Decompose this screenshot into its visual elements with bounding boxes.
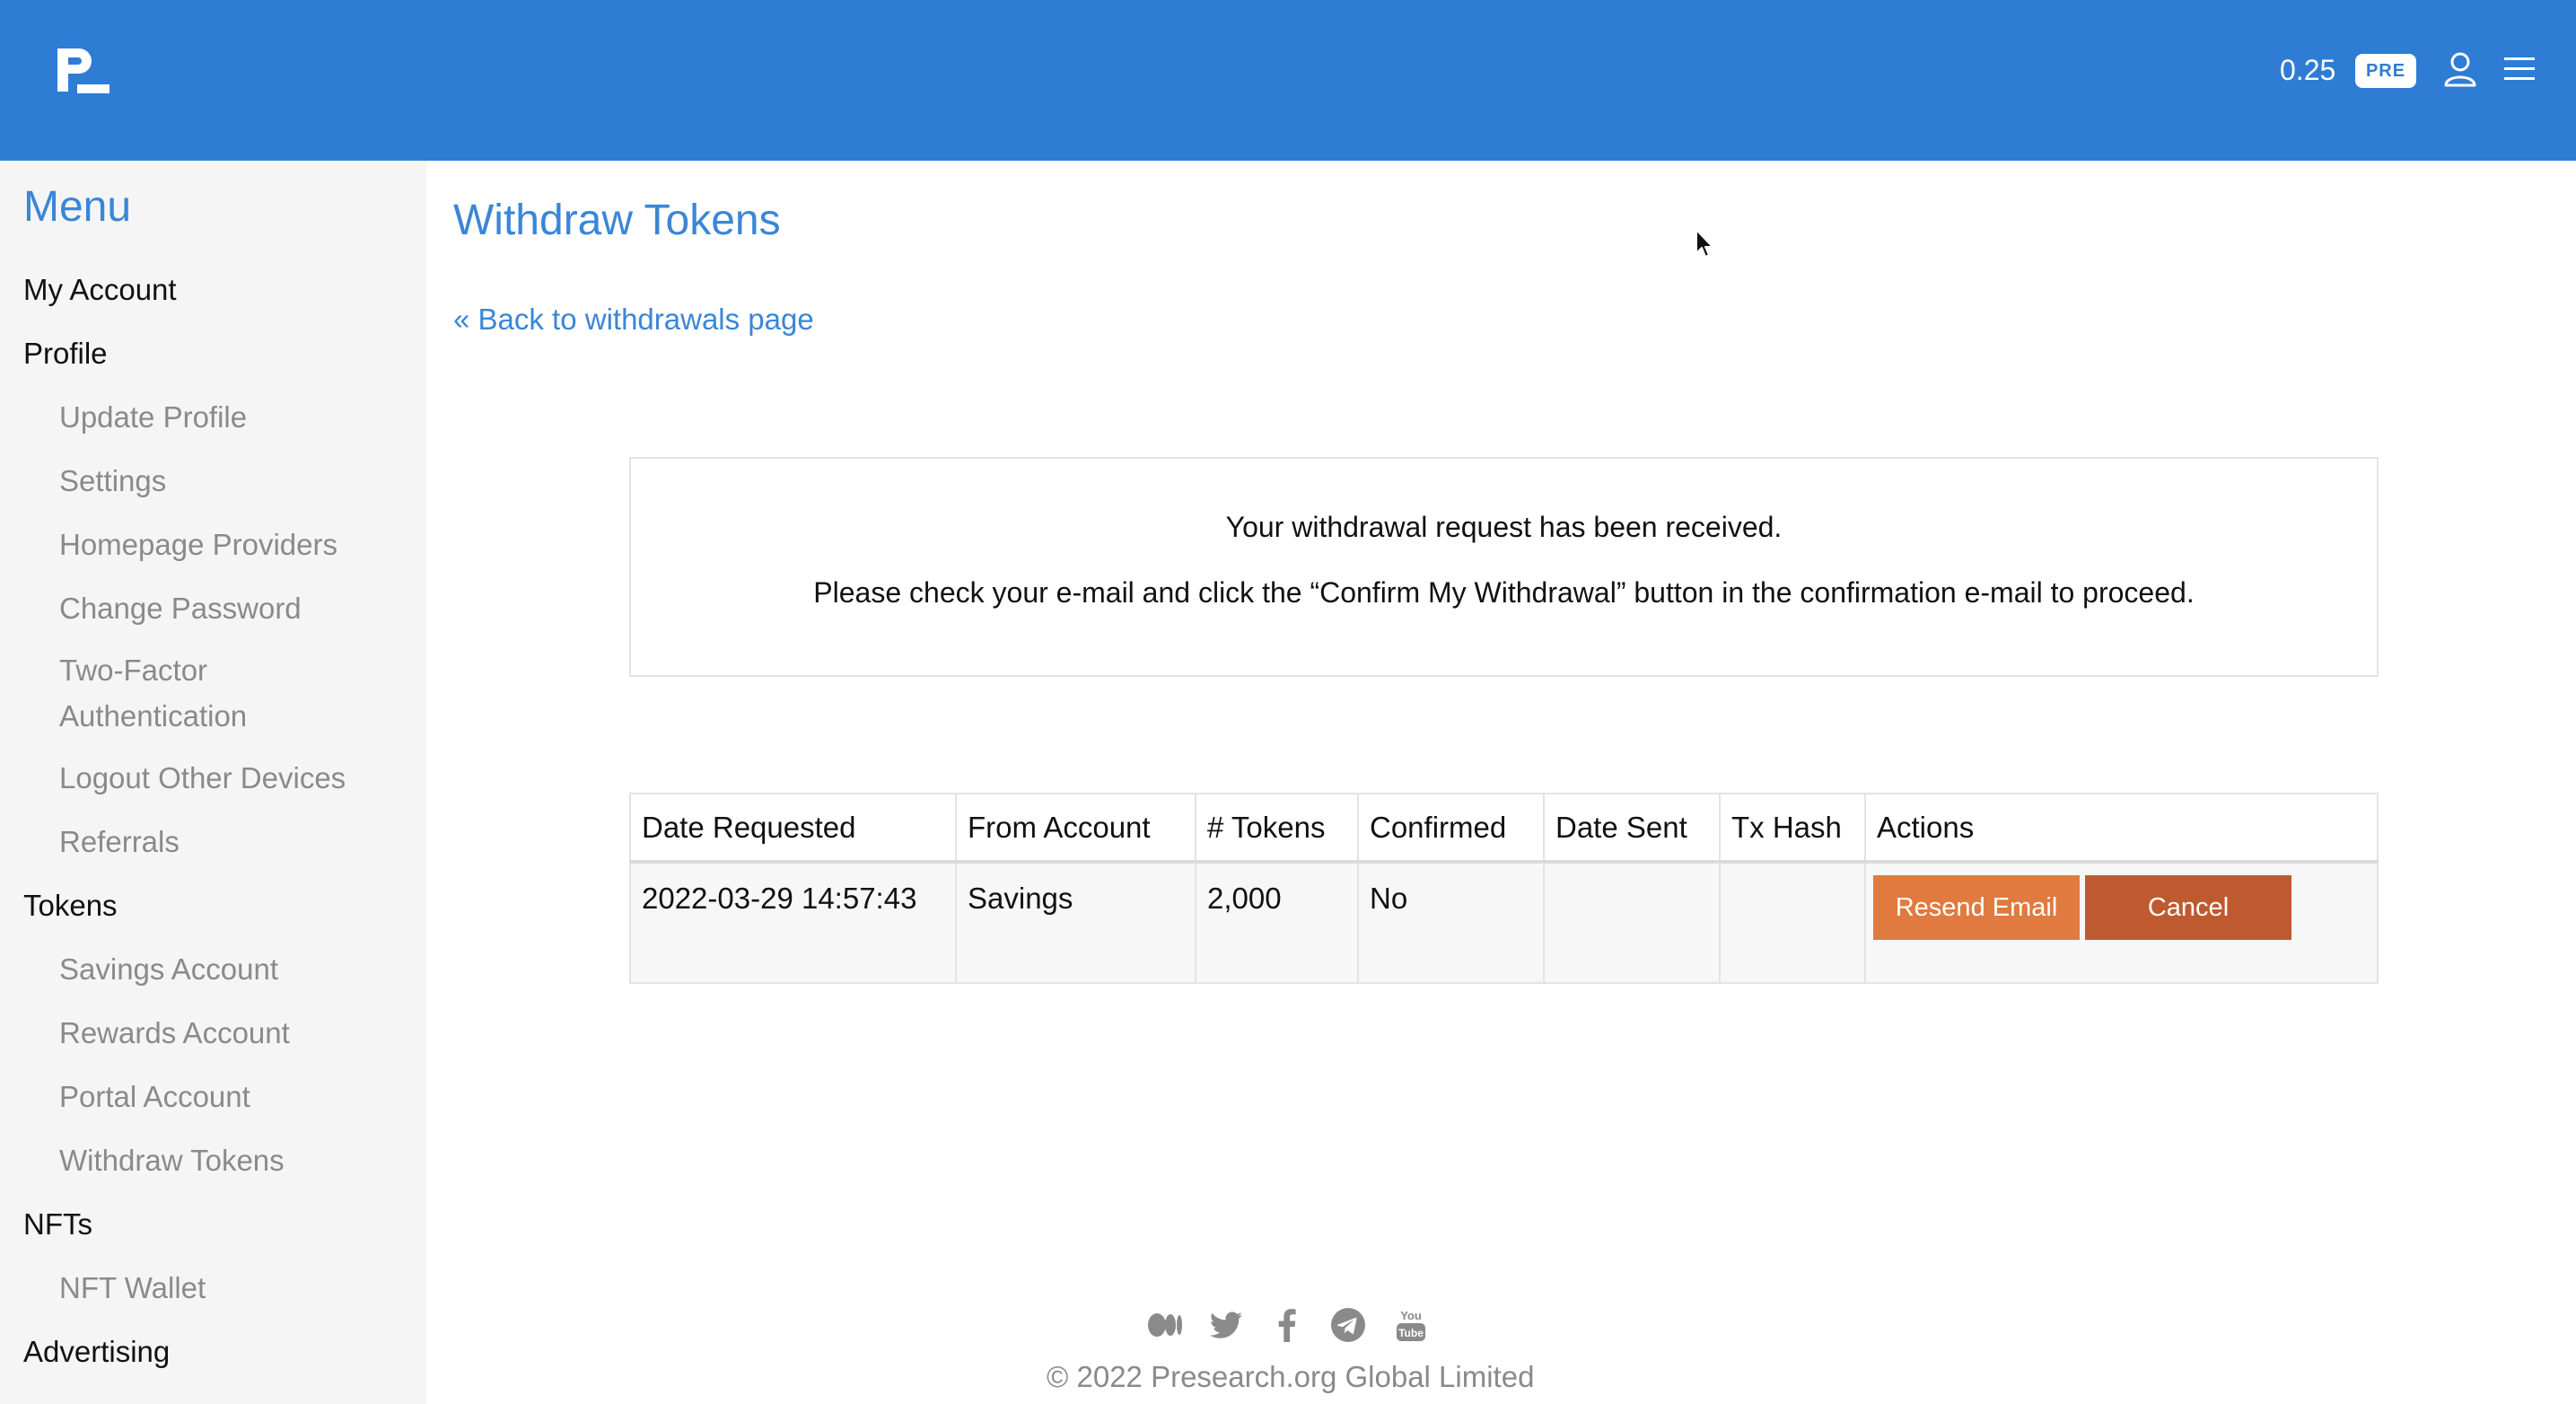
- sidebar-item-update-profile[interactable]: Update Profile: [0, 385, 426, 449]
- resend-email-button[interactable]: Resend Email: [1873, 875, 2080, 940]
- col-tx-hash: Tx Hash: [1719, 793, 1866, 864]
- notice-received-text: Your withdrawal request has been receive…: [1225, 511, 1783, 543]
- cell-tokens: 2,000: [1195, 861, 1359, 984]
- page-title: Withdraw Tokens: [453, 197, 781, 244]
- user-icon[interactable]: [2441, 50, 2479, 88]
- twitter-icon[interactable]: [1208, 1307, 1244, 1343]
- sidebar-item-two-factor-authentication[interactable]: Two-Factor Authentication: [0, 640, 426, 746]
- cell-date-sent: [1543, 861, 1721, 984]
- col-date-sent: Date Sent: [1543, 793, 1721, 864]
- sidebar-item-homepage-providers[interactable]: Homepage Providers: [0, 513, 426, 576]
- two-factor-line-2: Authentication: [59, 699, 248, 733]
- sidebar: Menu My Account Profile Update Profile S…: [0, 161, 426, 1404]
- sidebar-item-logout-other-devices[interactable]: Logout Other Devices: [0, 746, 426, 810]
- sidebar-item-profile[interactable]: Profile: [0, 321, 426, 385]
- cell-tx-hash: [1719, 861, 1866, 984]
- two-factor-line-1: Two-Factor: [59, 654, 208, 687]
- sidebar-item-advertising[interactable]: Advertising: [0, 1320, 426, 1383]
- mouse-cursor-icon: [1695, 229, 1713, 258]
- sidebar-menu: My Account Profile Update Profile Settin…: [0, 258, 426, 1383]
- cell-from-account: Savings: [955, 861, 1196, 984]
- copyright-text: © 2022 Presearch.org Global Limited: [1047, 1360, 1535, 1393]
- pre-badge: PRE: [2355, 54, 2416, 88]
- withdrawal-notice: Your withdrawal request has been receive…: [629, 457, 2379, 677]
- sidebar-item-referrals[interactable]: Referrals: [0, 810, 426, 873]
- notice-instructions-text: Please check your e-mail and click the “…: [813, 576, 2195, 609]
- col-confirmed: Confirmed: [1357, 793, 1545, 864]
- hamburger-menu-icon[interactable]: [2501, 50, 2538, 88]
- sidebar-item-savings-account[interactable]: Savings Account: [0, 937, 426, 1001]
- sidebar-item-tokens[interactable]: Tokens: [0, 873, 426, 937]
- table-header-row: Date Requested From Account # Tokens Con…: [629, 793, 2379, 864]
- sidebar-title: Menu: [23, 183, 132, 231]
- cell-confirmed: No: [1357, 861, 1545, 984]
- sidebar-item-nfts[interactable]: NFTs: [0, 1192, 426, 1256]
- cancel-withdrawal-button[interactable]: Cancel: [2085, 875, 2291, 940]
- sidebar-item-my-account[interactable]: My Account: [0, 258, 426, 321]
- sidebar-item-rewards-account[interactable]: Rewards Account: [0, 1001, 426, 1065]
- row-actions: Resend Email Cancel: [1873, 875, 2291, 940]
- col-date-requested: Date Requested: [629, 793, 957, 864]
- col-actions: Actions: [1864, 793, 2379, 864]
- telegram-icon[interactable]: [1330, 1307, 1366, 1343]
- sidebar-item-settings[interactable]: Settings: [0, 449, 426, 513]
- back-to-withdrawals-link[interactable]: « Back to withdrawals page: [453, 300, 814, 339]
- facebook-icon[interactable]: [1269, 1307, 1305, 1343]
- sidebar-item-withdraw-tokens[interactable]: Withdraw Tokens: [0, 1128, 426, 1192]
- sidebar-item-portal-account[interactable]: Portal Account: [0, 1065, 426, 1128]
- sidebar-item-change-password[interactable]: Change Password: [0, 576, 426, 640]
- sidebar-item-nft-wallet[interactable]: NFT Wallet: [0, 1256, 426, 1320]
- top-header: 0.25 PRE: [0, 0, 2576, 161]
- col-tokens: # Tokens: [1195, 793, 1359, 864]
- svg-text:Tube: Tube: [1398, 1327, 1424, 1339]
- svg-text:You: You: [1400, 1309, 1422, 1322]
- col-from-account: From Account: [955, 793, 1196, 864]
- youtube-icon[interactable]: You Tube: [1393, 1307, 1429, 1343]
- token-balance: 0.25: [2280, 54, 2336, 86]
- medium-icon[interactable]: [1147, 1307, 1183, 1343]
- cell-date-requested: 2022-03-29 14:57:43: [629, 861, 957, 984]
- logo-icon[interactable]: [54, 45, 111, 95]
